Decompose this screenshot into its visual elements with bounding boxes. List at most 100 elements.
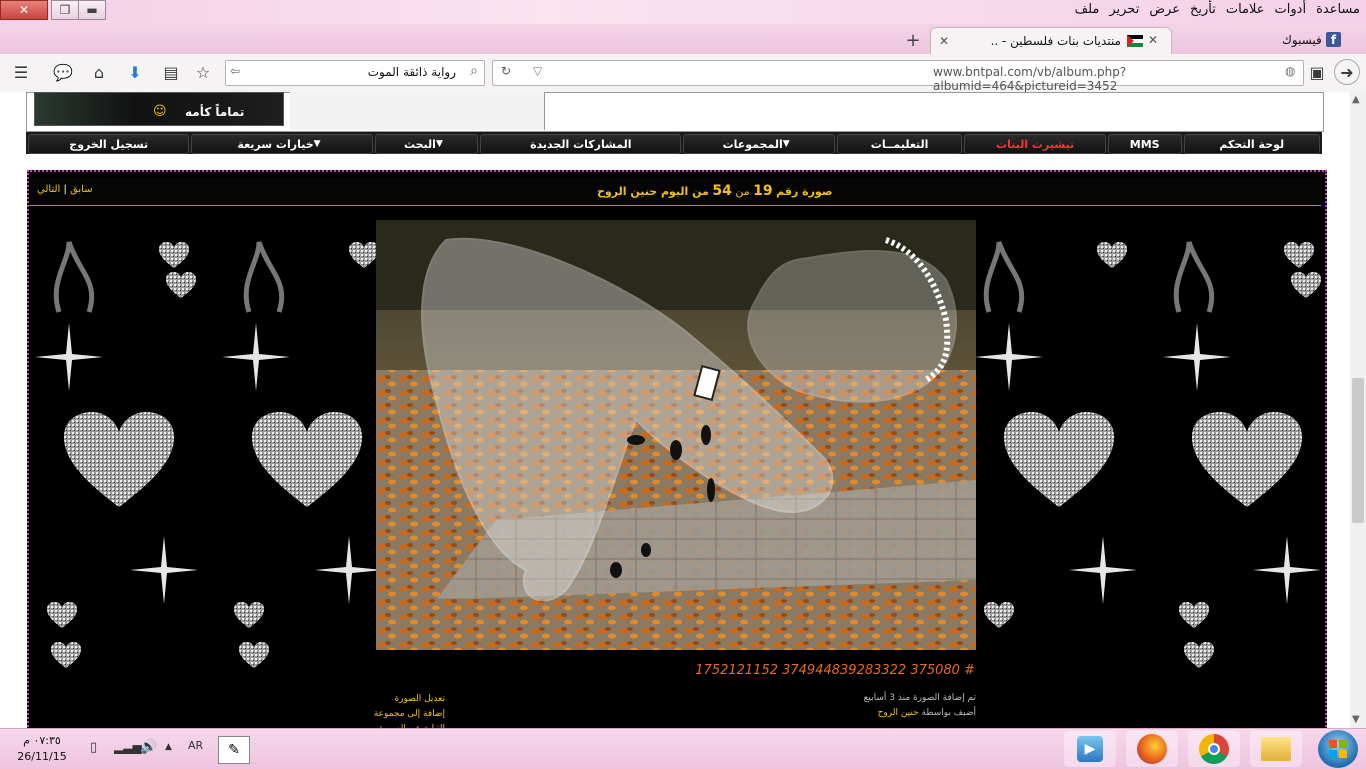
forum-navbar: لوحة التحكم MMS تيشيرت البنات التعليمــا… xyxy=(26,132,1322,154)
firefox-icon[interactable] xyxy=(1126,731,1178,767)
restore-window-button[interactable]: ❐ xyxy=(51,0,79,20)
history-dropdown-icon[interactable]: ▽ xyxy=(533,64,542,78)
menu-bookmarks[interactable]: علامات xyxy=(1226,2,1265,22)
windows-logo-icon xyxy=(1329,740,1347,758)
scrollbar-thumb[interactable] xyxy=(1352,378,1364,523)
menu-help[interactable]: مساعدة xyxy=(1316,2,1360,22)
nav-groups[interactable]: المجموعات ▼ xyxy=(683,134,835,154)
search-input[interactable]: رواية ذائقة الموت xyxy=(368,65,456,79)
picture-counter: صورة رقم 19 من 54 من البوم حنين الروح xyxy=(597,183,832,199)
edit-photo-link[interactable]: تعديل الصورة xyxy=(329,692,445,707)
smiley-icon: ☺ xyxy=(153,104,167,119)
album-pager: سابق | التالي xyxy=(37,184,93,195)
reload-icon[interactable]: ↻ xyxy=(501,64,511,78)
bookmark-star-icon[interactable]: ☆ xyxy=(192,62,214,82)
url-bar[interactable]: ↻ ▽ www.bntpal.com/vb/album.php?albumid=… xyxy=(492,60,1304,93)
nav-search[interactable]: البحث ▼ xyxy=(374,134,479,154)
tab-title: فيسبوك xyxy=(1282,33,1322,47)
added-time: تم إضافة الصورة منذ 3 أسابيع xyxy=(863,693,976,703)
nav-quick-options-label: خيارات سريعة xyxy=(237,137,314,151)
close-icon: ✕ xyxy=(18,3,30,17)
download-icon[interactable]: ⬇ xyxy=(124,62,146,82)
album-photo[interactable] xyxy=(376,220,976,650)
tab-facebook[interactable]: ✕ فيسبوك f xyxy=(1148,27,1366,54)
tab-strip: + ✕ منتديات بنات فلسطين - ... ✕ فيسبوك f xyxy=(0,24,1366,55)
palestine-flag-icon xyxy=(1127,35,1143,47)
chat-icon[interactable]: 💬 xyxy=(52,62,74,82)
menu-view[interactable]: عرض xyxy=(1149,2,1180,22)
nav-control-panel[interactable]: لوحة التحكم xyxy=(1183,134,1320,154)
home-icon[interactable]: ⌂ xyxy=(88,62,110,82)
nav-search-label: البحث xyxy=(403,137,436,151)
back-arrow-icon[interactable]: ➜ xyxy=(1334,59,1360,85)
pager-separator: | xyxy=(63,184,67,195)
added-by-prefix: أضيف بواسطة xyxy=(921,708,976,718)
counter-current: 19 xyxy=(753,183,773,199)
nav-girls-tshirt[interactable]: تيشيرت البنات xyxy=(964,134,1106,154)
menu-tools[interactable]: أدوات xyxy=(1275,2,1307,22)
added-by-user-link[interactable]: حنين الروح xyxy=(878,708,919,718)
prev-link[interactable]: سابق xyxy=(70,184,93,195)
clock-date: 26/11/15 xyxy=(17,750,67,763)
nav-faq[interactable]: التعليمــات xyxy=(836,134,963,154)
nav-new-posts[interactable]: المشاركات الجديدة xyxy=(480,134,682,154)
language-indicator[interactable]: AR xyxy=(188,739,203,752)
photo-caption: 1752121152 374944839283322 375080 # xyxy=(649,663,975,678)
scroll-down-icon[interactable]: ▼ xyxy=(1352,714,1360,725)
dropdown-arrow-icon: ▼ xyxy=(435,139,443,149)
menu-hamburger-icon[interactable]: ☰ xyxy=(10,62,32,82)
menu-file[interactable]: ملف xyxy=(1075,2,1100,22)
network-icon[interactable]: ▂▃▅ xyxy=(114,740,142,754)
nav-mms[interactable]: MMS xyxy=(1107,134,1182,154)
add-to-group-link[interactable]: إضافة إلى مجموعة xyxy=(329,707,445,722)
facebook-icon: f xyxy=(1326,32,1341,47)
caption-mark: # xyxy=(964,663,975,678)
tab-bntpal[interactable]: ✕ منتديات بنات فلسطين - ... xyxy=(930,27,1172,55)
volume-icon[interactable]: 🔊 xyxy=(140,739,157,755)
added-by: أضيف بواسطة حنين الروح xyxy=(789,708,976,718)
chrome-icon[interactable] xyxy=(1188,731,1240,767)
signature-banner: تماماً كأمه ☺ xyxy=(34,92,284,126)
search-box[interactable]: ⇦ رواية ذائقة الموت ⌕ xyxy=(225,60,485,86)
minimize-window-button[interactable]: ▬ xyxy=(78,0,106,20)
header-gray-panel xyxy=(290,92,545,130)
site-identity-icon[interactable]: ◍ xyxy=(1285,64,1295,78)
dropdown-arrow-icon: ▼ xyxy=(313,139,321,149)
nav-logout[interactable]: تسجيل الخروج xyxy=(28,134,190,154)
scroll-up-icon[interactable]: ▲ xyxy=(1352,94,1360,105)
clock-time: ٠٧:٣٥ م xyxy=(23,734,61,747)
search-back-arrow-icon[interactable]: ⇦ xyxy=(230,64,240,78)
counter-total: 54 xyxy=(712,183,732,199)
menu-history[interactable]: تأريخ xyxy=(1190,2,1216,22)
close-tab-icon[interactable]: ✕ xyxy=(939,34,949,48)
file-explorer-icon[interactable] xyxy=(1250,731,1302,767)
counter-prefix: صورة رقم xyxy=(776,185,833,198)
action-center-icon[interactable]: ▯ xyxy=(90,740,97,755)
pen-input-icon[interactable]: ✎ xyxy=(218,736,250,764)
new-tab-button[interactable]: + xyxy=(902,27,924,54)
menu-edit[interactable]: تحرير xyxy=(1109,2,1139,22)
search-icon: ⌕ xyxy=(470,63,478,79)
url-input[interactable]: www.bntpal.com/vb/album.php?albumid=464&… xyxy=(933,65,1303,93)
show-hidden-icons-icon[interactable]: ▲ xyxy=(165,742,172,752)
nav-quick-options[interactable]: خيارات سريعة ▼ xyxy=(191,134,373,154)
restore-icon: ❐ xyxy=(59,3,71,17)
counter-suffix: من البوم حنين الروح xyxy=(597,185,709,198)
menu-bar: ملف تحرير عرض تأريخ علامات أدوات مساعدة xyxy=(1075,2,1360,22)
close-tab-icon[interactable]: ✕ xyxy=(1148,33,1158,47)
dropdown-arrow-icon: ▼ xyxy=(782,139,790,149)
media-player-icon[interactable]: ▶ xyxy=(1064,731,1116,767)
album-header: صورة رقم 19 من 54 من البوم حنين الروح سا… xyxy=(29,177,1321,206)
counter-of: من xyxy=(735,185,750,198)
next-link[interactable]: التالي xyxy=(37,184,60,195)
window-title-bar: ✕ ❐ ▬ ملف تحرير عرض تأريخ علامات أدوات م… xyxy=(0,0,1366,24)
system-clock[interactable]: ٠٧:٣٥ م 26/11/15 xyxy=(14,733,70,765)
reader-view-icon[interactable]: ▣ xyxy=(1306,62,1328,82)
bookmarks-list-icon[interactable]: ▤ xyxy=(160,62,182,82)
banner-text: تماماً كأمه xyxy=(185,105,245,119)
close-window-button[interactable]: ✕ xyxy=(0,0,48,20)
nav-groups-label: المجموعات xyxy=(722,137,783,151)
start-button[interactable] xyxy=(1318,730,1358,768)
caption-id: 1752121152 374944839283322 375080 xyxy=(695,663,960,678)
tab-title: منتديات بنات فلسطين - ... xyxy=(991,34,1121,48)
